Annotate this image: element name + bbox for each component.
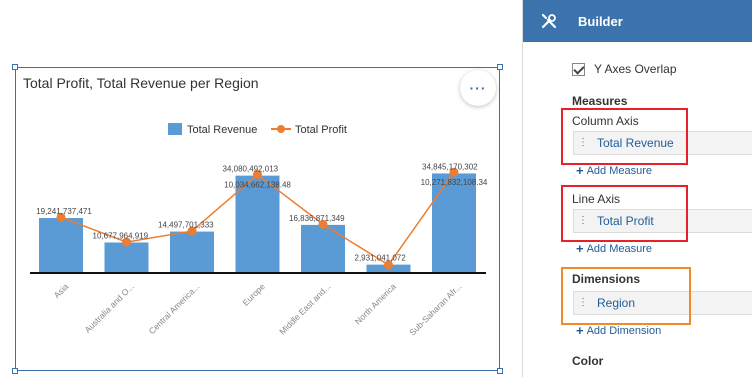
add-measure-column-link[interactable]: + Add Measure [576,163,652,178]
bar-total-revenue [39,218,83,273]
more-options-button[interactable]: ··· [460,70,496,106]
data-label-revenue: 16,836,871,349 [289,214,345,223]
color-heading: Color [572,354,604,368]
x-tick-label: Europe [240,281,267,308]
x-tick-label: Central America... [147,281,202,336]
data-label-profit: 10,271,832,108.34 [421,178,488,187]
data-label-revenue: 10,677,964,919 [93,231,149,240]
add-measure-label: Add Measure [586,164,653,177]
x-tick-label: Asia [52,281,71,300]
builder-panel: Builder Y Axes Overlap Measures Column A… [522,0,752,377]
measures-heading: Measures [572,94,628,108]
legend-label-profit: Total Profit [295,124,347,136]
x-tick-label: Australia and O... [82,281,136,335]
add-dimension-label: Add Dimension [586,324,662,337]
bar-total-revenue [235,175,280,273]
bar-total-revenue [104,242,149,273]
legend-label-revenue: Total Revenue [187,124,257,136]
y-axes-overlap-label: Y Axes Overlap [594,62,677,76]
data-label-profit: 10,034,662,138.48 [224,181,291,190]
bar-total-revenue [301,224,345,273]
data-label-revenue: 34,845,170,302 [422,162,478,171]
legend-swatch-revenue [168,123,182,135]
highlight-line-axis [561,185,688,242]
plus-icon: + [576,241,584,256]
data-label-revenue: 19,241,737,471 [36,207,92,216]
y-axes-overlap-checkbox[interactable] [572,62,585,76]
x-tick-label: North America [353,281,398,326]
add-dimension-link[interactable]: + Add Dimension [576,323,661,338]
plus-icon: + [576,163,584,178]
combo-chart: Total Revenue Total Profit 19,241,737,471 1… [30,123,488,338]
canvas-toolbar-strip [0,0,522,42]
highlight-column-axis [561,108,688,165]
builder-header: Builder [523,0,752,42]
plus-icon: + [576,323,584,338]
highlight-dimensions [561,267,691,325]
builder-title: Builder [578,14,623,29]
chart-title: Total Profit, Total Revenue per Region [23,75,259,91]
y-axes-overlap-row[interactable]: Y Axes Overlap [572,62,677,76]
add-measure-line-link[interactable]: + Add Measure [576,241,652,256]
bar-total-revenue [432,173,476,273]
tools-icon [541,13,557,29]
chart-legend: Total Revenue Total Profit [168,123,347,136]
data-label-revenue: 14,497,701,333 [158,221,214,230]
bar-total-revenue [170,231,214,273]
legend-marker-profit [277,125,285,133]
data-label-revenue: 2,931,041,072 [355,254,407,263]
x-tick-label: Middle East and... [277,281,332,336]
add-measure-label: Add Measure [586,242,653,255]
x-tick-label: Sub-Saharan Afr... [407,281,463,337]
data-label-revenue: 34,080,492,013 [223,165,279,174]
chart-widget[interactable]: Total Revenue Total Profit 19,241,737,471 1… [12,64,503,374]
